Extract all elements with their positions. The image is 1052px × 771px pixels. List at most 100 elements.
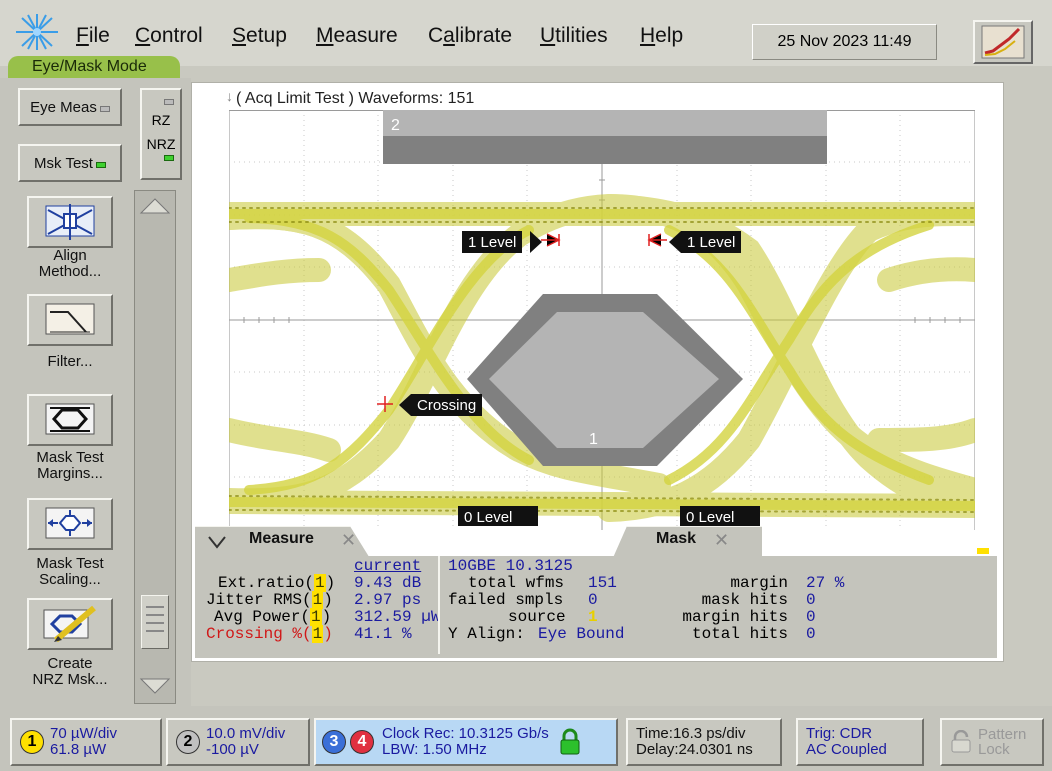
pattern-label: Pattern xyxy=(978,726,1027,743)
trigger-arrow-icon: ↓ xyxy=(226,88,233,104)
mode-tab-eye-mask[interactable]: Eye/Mask Mode xyxy=(8,56,180,78)
crossing-marker: Crossing xyxy=(411,394,483,416)
total-hits-value: 0 xyxy=(806,625,816,643)
create-nrz-mask-label: Create NRZ Msk... xyxy=(32,655,108,688)
channel-2-badge: 2 xyxy=(176,730,200,754)
measure-tab[interactable]: Measure ✕ xyxy=(195,526,371,560)
menu-help[interactable]: Help xyxy=(640,24,683,48)
eye-meas-indicator xyxy=(99,105,110,112)
margin-label: margin xyxy=(730,574,788,592)
menu-file[interactable]: File xyxy=(76,24,110,48)
one-level-left-marker: 1 Level xyxy=(462,231,523,253)
crossing-percent-value: 41.1 % xyxy=(354,625,412,643)
channel-4-badge: 4 xyxy=(350,730,374,754)
marker-arrow-icon xyxy=(399,394,411,416)
create-mask-icon xyxy=(43,605,96,643)
align-method-label: Align Method... xyxy=(38,247,102,280)
jitter-rms-value: 2.97 ps xyxy=(354,591,422,609)
msk-test-button[interactable]: Msk Test xyxy=(18,144,122,182)
marker-arrow-icon xyxy=(669,231,681,253)
time-per-div: Time:16.3 ps/div xyxy=(636,725,746,742)
scroll-up-icon[interactable] xyxy=(139,195,171,215)
menu-setup[interactable]: Setup xyxy=(232,24,287,48)
eye-meas-button[interactable]: Eye Meas xyxy=(18,88,122,126)
mask-test-scaling-button[interactable] xyxy=(27,498,113,550)
clock-recovery-rate: Clock Rec: 10.3125 Gb/s xyxy=(382,725,549,742)
measurement-row[interactable]: Crossing %(1) xyxy=(206,625,333,643)
mask-test-scaling-label: Mask Test Scaling... xyxy=(36,555,104,588)
channel-2-settings[interactable]: 2 10.0 mV/div -100 µV xyxy=(166,718,310,766)
failed-smpls-value: 0 xyxy=(588,591,598,609)
rz-option[interactable]: RZ xyxy=(145,96,177,128)
channel-1-offset: 61.8 µW xyxy=(50,741,107,758)
timebase-settings[interactable]: Time:16.3 ps/div Delay:24.0301 ns xyxy=(626,718,782,766)
date-time-display: 25 Nov 2023 11:49 xyxy=(752,24,937,60)
channel-2-scale: 10.0 mV/div xyxy=(206,725,286,742)
panel-divider xyxy=(438,556,440,654)
margin-value: 27 % xyxy=(806,574,845,592)
measurement-row[interactable]: Jitter RMS(1) xyxy=(206,591,333,609)
mask-hits-value: 0 xyxy=(806,591,816,609)
create-nrz-mask-button[interactable] xyxy=(27,598,113,650)
align-method-button[interactable] xyxy=(27,196,113,248)
rz-nrz-toggle[interactable]: RZ NRZ xyxy=(140,88,182,180)
collapse-chevron-icon[interactable] xyxy=(207,535,227,549)
current-column-header: current xyxy=(354,557,422,575)
pattern-lock-icon xyxy=(951,730,971,753)
ext-ratio-value: 9.43 dB xyxy=(354,574,422,592)
zero-level-right-marker: 0 Level xyxy=(680,506,760,526)
channel-1-badge: 1 xyxy=(20,730,44,754)
margin-hits-value: 0 xyxy=(806,608,816,626)
measurement-row[interactable]: Ext.ratio(1) xyxy=(218,574,335,592)
channel-1-offset-marker xyxy=(977,548,989,554)
marker-arrow-icon xyxy=(530,231,542,253)
lock-icon xyxy=(560,728,580,755)
margin-hits-label: margin hits xyxy=(682,608,788,626)
y-align-value: Eye Bound xyxy=(538,625,625,643)
mask-tab[interactable]: Mask ✕ xyxy=(612,526,762,560)
zero-level-left-marker: 0 Level xyxy=(458,506,538,526)
menu-calibrate[interactable]: Calibrate xyxy=(428,24,512,48)
time-delay: Delay:24.0301 ns xyxy=(636,741,753,758)
mask-standard: 10GBE 10.3125 xyxy=(448,557,573,575)
mask-scaling-icon xyxy=(45,507,95,539)
mask-test-margins-button[interactable] xyxy=(27,394,113,446)
quick-measure-button[interactable] xyxy=(973,20,1033,64)
filter-label: Filter... xyxy=(47,353,93,370)
measure-close-icon[interactable]: ✕ xyxy=(341,530,356,551)
scroll-thumb[interactable] xyxy=(141,595,169,649)
channel-1-scale: 70 µW/div xyxy=(50,725,117,742)
filter-button[interactable] xyxy=(27,294,113,346)
mask-close-icon[interactable]: ✕ xyxy=(714,530,729,551)
eye-diagram-plot: 2 1 xyxy=(229,110,975,530)
tool-scrollbar[interactable] xyxy=(134,190,176,704)
trigger-settings[interactable]: Trig: CDR AC Coupled xyxy=(796,718,924,766)
trigger-source: Trig: CDR xyxy=(806,725,873,742)
channel-2-offset: -100 µV xyxy=(206,741,259,758)
graph-icon xyxy=(981,25,1025,59)
menu-control[interactable]: Control xyxy=(135,24,203,48)
channel-3-badge: 3 xyxy=(322,730,346,754)
lock-label: Lock xyxy=(978,741,1010,758)
measurement-row[interactable]: Avg Power(1) xyxy=(214,608,331,626)
loop-bandwidth: LBW: 1.50 MHz xyxy=(382,741,487,758)
nrz-option[interactable]: NRZ xyxy=(142,136,180,168)
mask-margins-icon xyxy=(45,403,95,435)
mask-hits-label: mask hits xyxy=(701,591,788,609)
trigger-coupling: AC Coupled xyxy=(806,741,887,758)
align-icon xyxy=(45,204,95,240)
channel-1-settings[interactable]: 1 70 µW/div 61.8 µW xyxy=(10,718,162,766)
waveform-status-title: ( Acq Limit Test ) Waveforms: 151 xyxy=(236,90,475,107)
scroll-down-icon[interactable] xyxy=(139,677,171,697)
pattern-lock-button[interactable]: Pattern Lock xyxy=(940,718,1044,766)
msk-test-indicator xyxy=(95,161,106,168)
y-align-label: Y Align: xyxy=(448,625,525,643)
mask-test-margins-label: Mask Test Margins... xyxy=(36,449,104,482)
failed-smpls-label: failed smpls xyxy=(448,591,564,609)
menu-measure[interactable]: Measure xyxy=(316,24,398,48)
menu-utilities[interactable]: Utilities xyxy=(540,24,608,48)
mask-region-1-label: 1 xyxy=(589,431,598,448)
channel-3-4-clock-settings[interactable]: 3 4 Clock Rec: 10.3125 Gb/s LBW: 1.50 MH… xyxy=(314,718,618,766)
total-hits-label: total hits xyxy=(691,625,788,643)
measure-tab-label: Measure xyxy=(249,530,314,547)
